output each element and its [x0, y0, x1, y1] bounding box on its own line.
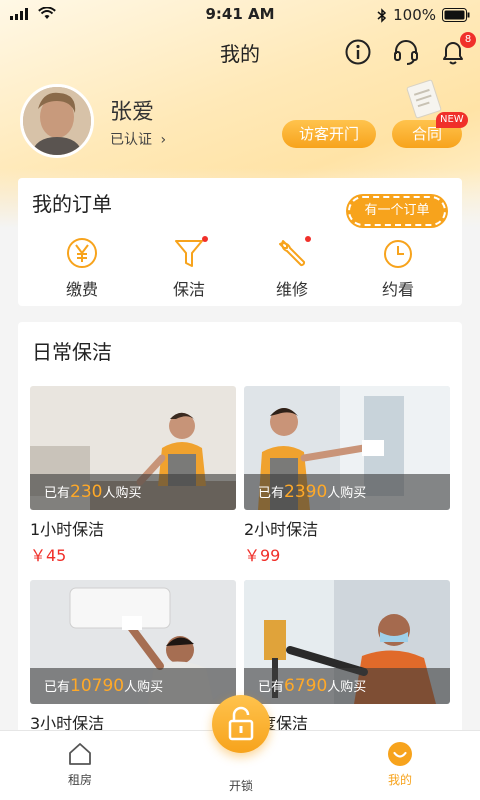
order-item-label: 维修 [275, 280, 308, 299]
yen-icon [67, 238, 97, 268]
order-tip-bubble[interactable]: 有一个订单 [348, 196, 446, 226]
buyers-suffix: 人购买 [124, 680, 164, 695]
verification-status[interactable]: 已认证 › [110, 129, 166, 149]
tab-label: 我的 [387, 773, 412, 787]
product-image: 已有6790人购买 [244, 580, 450, 704]
product-name: 2小时保洁 [244, 520, 319, 539]
notification-button[interactable]: 8 [440, 32, 476, 66]
tab-label: 租房 [67, 773, 92, 787]
product-price: ￥99 [244, 546, 281, 565]
headset-icon [394, 40, 418, 65]
customer-service-button[interactable] [392, 38, 420, 66]
buyers-overlay: 已有10790人购买 [30, 668, 236, 704]
daily-cleaning-card: 日常保洁 已有230人购买 1小时保洁 ￥45 已有2390人购买 2小时保洁 … [18, 322, 462, 742]
buyers-suffix: 人购买 [327, 680, 367, 695]
user-name: 张爱 [110, 100, 155, 125]
notification-badge: 8 [460, 32, 476, 48]
buyers-overlay: 已有6790人购买 [244, 668, 450, 704]
tab-unlock[interactable]: 开锁 [201, 777, 281, 794]
info-button[interactable] [344, 38, 372, 66]
product-image: 已有10790人购买 [30, 580, 236, 704]
battery-percentage: 100% [393, 6, 436, 24]
home-icon [69, 743, 91, 765]
product-card[interactable]: 已有10790人购买 3小时保洁 [30, 580, 236, 734]
product-card[interactable]: 已有6790人购买 深度保洁 [244, 580, 450, 734]
tab-rent[interactable]: 租房 [40, 741, 120, 788]
buyers-count: 6790 [284, 676, 328, 696]
bluetooth-icon [377, 7, 387, 23]
orders-title: 我的订单 [32, 192, 112, 216]
buyers-count: 230 [70, 482, 103, 502]
product-name: 1小时保洁 [30, 520, 105, 539]
order-item-cleaning[interactable]: 保洁 [149, 236, 229, 300]
product-card[interactable]: 已有2390人购买 2小时保洁 ￥99 [244, 386, 450, 566]
buyers-prefix: 已有 [44, 680, 71, 695]
buyers-count: 10790 [70, 676, 125, 696]
cleaning-title: 日常保洁 [32, 340, 112, 364]
my-orders-card: 我的订单 有一个订单 缴费 保洁 维修 约看 [18, 178, 462, 306]
avatar[interactable] [20, 84, 94, 158]
buyers-prefix: 已有 [44, 486, 71, 501]
visitor-unlock-button[interactable]: 访客开门 [282, 120, 376, 148]
verified-label: 已认证 [110, 132, 152, 148]
status-bar: 9:41 AM 100% [0, 0, 480, 30]
unread-dot [202, 236, 208, 242]
tab-bar: 租房 开锁 我的 [0, 695, 480, 800]
chevron-right-icon: › [160, 132, 167, 148]
info-icon [345, 39, 371, 65]
buyers-overlay: 已有2390人购买 [244, 474, 450, 510]
smile-icon [388, 742, 412, 766]
buyers-suffix: 人购买 [102, 486, 142, 501]
buyers-prefix: 已有 [258, 486, 285, 501]
tab-label: 开锁 [228, 779, 253, 793]
product-image: 已有230人购买 [30, 386, 236, 510]
order-item-label: 保洁 [172, 280, 205, 299]
product-price: ￥45 [30, 546, 67, 565]
funnel-icon [175, 240, 203, 267]
lock-icon [228, 706, 254, 741]
buyers-overlay: 已有230人购买 [30, 474, 236, 510]
order-item-label: 缴费 [65, 280, 98, 299]
new-tag: NEW [436, 112, 468, 128]
order-item-viewing[interactable]: 约看 [358, 236, 438, 300]
order-item-label: 约看 [381, 280, 414, 299]
unread-dot [305, 236, 311, 242]
order-item-repair[interactable]: 维修 [252, 236, 332, 300]
product-image: 已有2390人购买 [244, 386, 450, 510]
clock-icon [384, 240, 412, 268]
wrench-icon [279, 240, 306, 267]
buyers-prefix: 已有 [258, 680, 285, 695]
battery-icon [442, 8, 470, 22]
tab-mine[interactable]: 我的 [360, 741, 440, 788]
unlock-button[interactable] [212, 695, 270, 753]
product-card[interactable]: 已有230人购买 1小时保洁 ￥45 [30, 386, 236, 566]
avatar-image [23, 87, 91, 155]
buyers-count: 2390 [284, 482, 328, 502]
order-item-payment[interactable]: 缴费 [42, 236, 122, 300]
buyers-suffix: 人购买 [327, 486, 367, 501]
nav-bar: 我的 8 [0, 30, 480, 74]
